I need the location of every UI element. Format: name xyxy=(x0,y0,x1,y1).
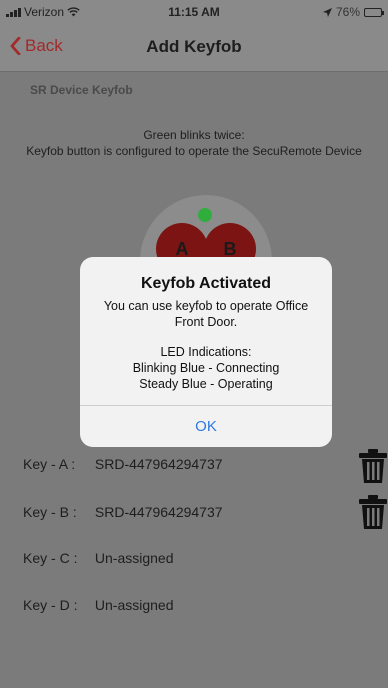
alert-led-info: LED Indications: Blinking Blue - Connect… xyxy=(80,344,332,392)
info-line-1: Green blinks twice: xyxy=(143,128,245,142)
nav-bar: Back Add Keyfob xyxy=(0,24,388,72)
key-value: SRD-447964294737 xyxy=(94,456,223,472)
section-title: SR Device Keyfob xyxy=(30,83,133,97)
battery-icon xyxy=(364,7,384,17)
alert-led-title: LED Indications: xyxy=(160,345,252,359)
battery-percent: 76% xyxy=(335,5,360,19)
alert-led-line-1: Blinking Blue - Connecting xyxy=(132,361,280,375)
key-value: Un-assigned xyxy=(94,597,174,613)
alert-led-line-2: Steady Blue - Operating xyxy=(139,377,273,391)
key-row-b: Key - B : SRD-447964294737 xyxy=(23,504,223,520)
trash-icon[interactable] xyxy=(358,494,388,530)
ok-button[interactable]: OK xyxy=(80,405,332,447)
key-value: SRD-447964294737 xyxy=(94,504,223,520)
trash-icon[interactable] xyxy=(358,448,388,484)
alert-dialog: Keyfob Activated You can use keyfob to o… xyxy=(80,257,332,447)
status-right: 76% xyxy=(322,5,384,19)
page-title: Add Keyfob xyxy=(146,37,242,56)
alert-message: You can use keyfob to operate Office Fro… xyxy=(80,298,332,330)
led-indicator xyxy=(198,208,212,222)
location-arrow-icon xyxy=(322,7,332,17)
key-value: Un-assigned xyxy=(94,550,174,566)
key-row-c: Key - C : Un-assigned xyxy=(23,550,174,566)
alert-title: Keyfob Activated xyxy=(140,275,272,292)
key-row-d: Key - D : Un-assigned xyxy=(23,597,174,613)
key-label: Key - B : xyxy=(23,504,77,520)
key-label: Key - D : xyxy=(23,597,78,613)
key-row-a: Key - A : SRD-447964294737 xyxy=(23,456,223,472)
info-line-2: Keyfob button is configured to operate t… xyxy=(26,144,362,158)
key-label: Key - C : xyxy=(23,550,78,566)
alert-message-line-2: Front Door. xyxy=(174,315,238,329)
alert-message-line-1: You can use keyfob to operate Office xyxy=(103,299,309,313)
key-label: Key - A : xyxy=(23,456,76,472)
status-bar: Verizon 11:15 AM 76% xyxy=(0,0,388,24)
